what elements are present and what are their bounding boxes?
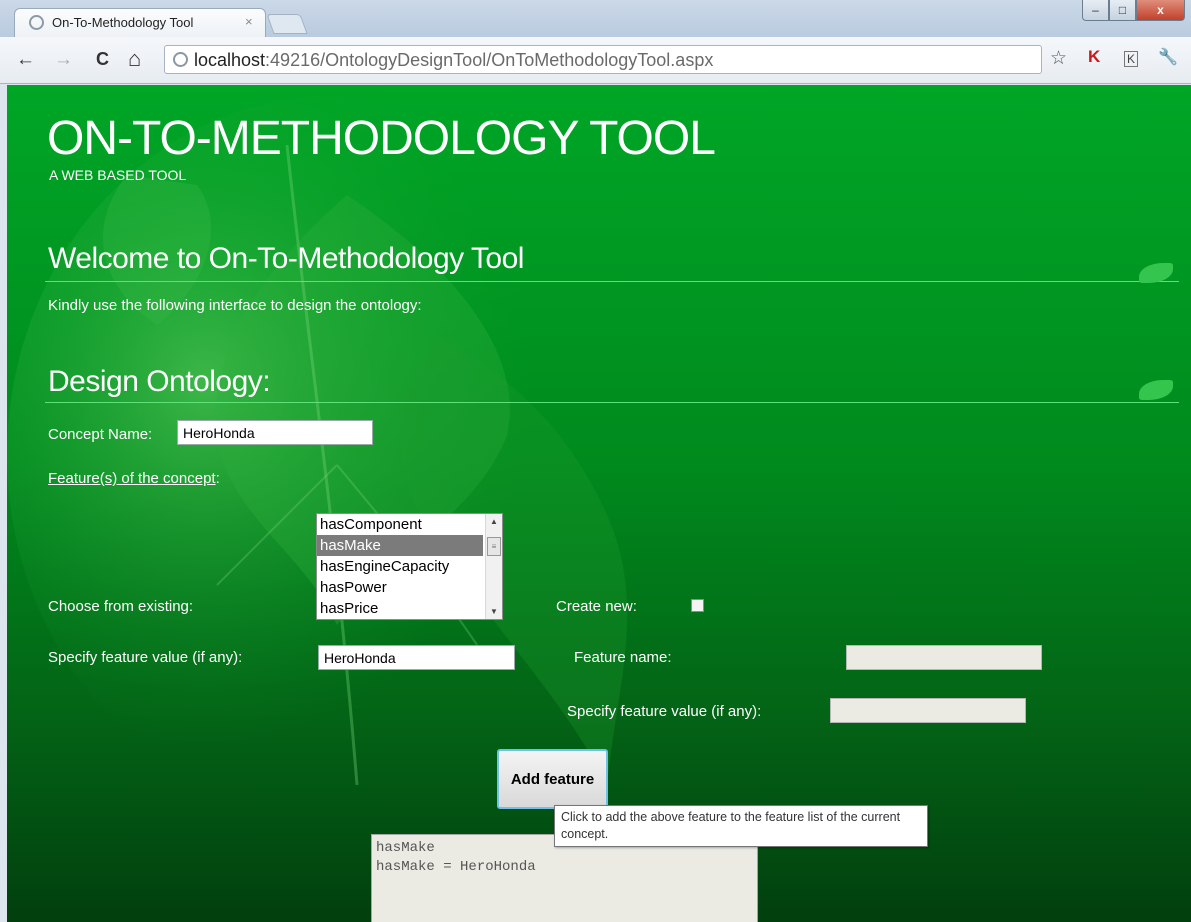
feature-list-textarea[interactable]: hasMake hasMake = HeroHonda [371,834,758,922]
forward-icon[interactable]: → [54,49,73,71]
kaspersky-extension-icon[interactable]: K [1088,47,1100,67]
feature-value-label: Specify feature value (if any): [48,649,243,666]
feature-option[interactable]: hasPrice [317,598,483,619]
design-heading: Design Ontology: [48,365,271,398]
concept-name-input[interactable] [177,420,373,445]
url-text: localhost:49216/OntologyDesignTool/OnToM… [194,50,713,71]
feature-value-input[interactable] [318,645,515,670]
close-window-icon[interactable]: x [1136,0,1185,21]
scroll-down-icon[interactable]: ▼ [490,607,498,616]
welcome-divider [45,281,1179,282]
feature-option[interactable]: hasPower [317,577,483,598]
feature-name-label: Feature name: [574,649,672,666]
new-feature-value-input[interactable] [830,698,1026,723]
web-page: ON-TO-METHODOLOGY TOOL A WEB BASED TOOL … [7,85,1191,922]
listbox-scrollbar[interactable]: ▲ ≡ ▼ [485,514,502,619]
features-heading: Feature(s) of the concept: [48,470,220,487]
url-path: :49216/OntologyDesignTool/OnToMethodolog… [265,50,714,70]
feature-option[interactable]: hasComponent [317,514,483,535]
maximize-icon[interactable]: □ [1109,0,1136,21]
page-info-icon[interactable] [173,52,188,67]
feature-option-selected[interactable]: hasMake [317,535,483,556]
site-subtitle: A WEB BASED TOOL [49,167,187,183]
bookmark-star-icon[interactable]: ☆ [1050,47,1067,70]
browser-tab[interactable]: On-To-Methodology Tool × [14,8,266,37]
add-feature-tooltip: Click to add the above feature to the fe… [554,805,928,847]
extension-icon[interactable]: K [1124,51,1139,67]
page-globe-icon [29,15,44,30]
tab-title: On-To-Methodology Tool [52,15,194,30]
site-title: ON-TO-METHODOLOGY TOOL [47,112,716,165]
existing-features-listbox[interactable]: hasComponent hasMake hasEngineCapacity h… [316,513,503,620]
feature-name-input[interactable] [846,645,1042,670]
feature-option[interactable]: hasEngineCapacity [317,556,483,577]
design-divider [45,402,1179,403]
window-controls: – □ x [1082,0,1191,22]
choose-existing-label: Choose from existing: [48,598,194,615]
minimize-icon[interactable]: – [1082,0,1109,21]
url-host: localhost [194,50,266,70]
scroll-up-icon[interactable]: ▲ [490,517,498,526]
tab-close-icon[interactable]: × [245,14,253,29]
features-colon: : [215,470,220,487]
create-new-label: Create new: [556,598,637,615]
reload-icon[interactable]: C [96,49,109,70]
wrench-menu-icon[interactable]: 🔧 [1158,47,1178,67]
add-feature-button[interactable]: Add feature [497,749,608,809]
back-icon[interactable]: ← [16,49,35,71]
browser-titlebar: On-To-Methodology Tool × – □ x [0,0,1191,37]
concept-name-label: Concept Name: [48,426,153,443]
scroll-thumb[interactable]: ≡ [487,537,501,556]
home-icon[interactable]: ⌂ [128,46,141,72]
features-link[interactable]: Feature(s) of the concept [48,470,216,487]
browser-toolbar: ← → C ⌂ localhost:49216/OntologyDesignTo… [0,37,1191,84]
new-feature-value-label: Specify feature value (if any): [567,703,762,720]
welcome-heading: Welcome to On-To-Methodology Tool [48,242,524,275]
new-tab-button[interactable] [266,14,308,34]
address-bar[interactable]: localhost:49216/OntologyDesignTool/OnToM… [164,45,1042,74]
create-new-checkbox[interactable] [691,599,704,612]
welcome-intro: Kindly use the following interface to de… [48,297,422,314]
